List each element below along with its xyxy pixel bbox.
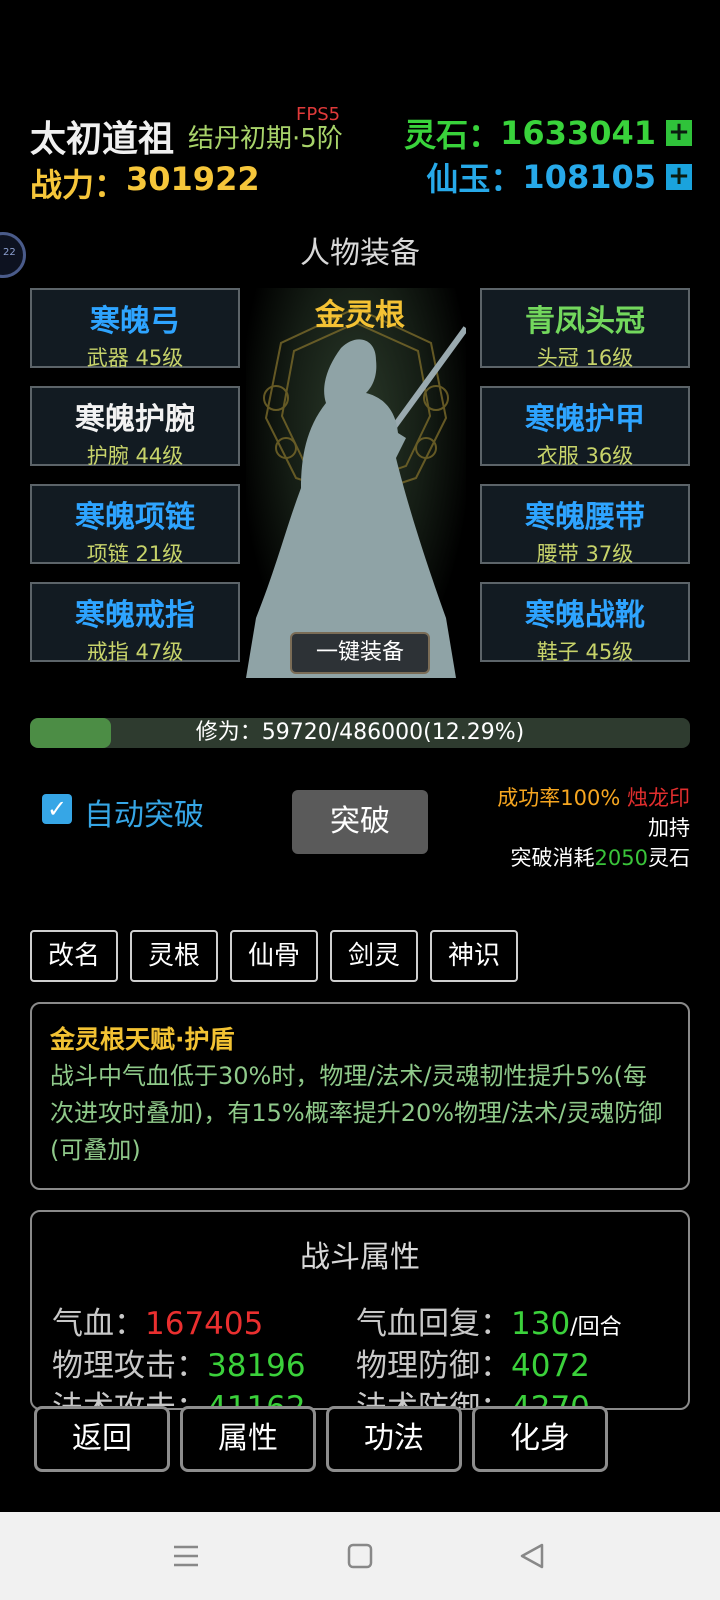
avatar-button[interactable]: 化身 — [472, 1406, 608, 1472]
one-key-equip-button[interactable]: 一键装备 — [290, 632, 430, 674]
equip-slot-necklace[interactable]: 寒魄项链 项链 21级 — [30, 484, 240, 566]
equip-slot-boots[interactable]: 寒魄战靴 鞋子 45级 — [480, 582, 690, 664]
equip-slot-weapon[interactable]: 寒魄弓 武器 45级 — [30, 288, 240, 370]
success-rate: 成功率100% — [497, 786, 621, 810]
auto-breakthrough-label[interactable]: 自动突破 — [84, 790, 204, 834]
slot-item-level: 戒指 47级 — [86, 640, 184, 664]
equip-slot-bracer[interactable]: 寒魄护腕 护腕 44级 — [30, 386, 240, 468]
talent-title: 金灵根天赋·护盾 — [50, 1025, 235, 1054]
stat-phys-attack: 物理攻击：38196 — [52, 1348, 306, 1384]
stat-phys-defense: 物理防御：4072 — [356, 1348, 590, 1384]
breakthrough-cost: 突破消耗2050灵石 — [510, 846, 690, 870]
jade-row: 仙玉： 108105 + — [426, 154, 692, 200]
menu-icon[interactable] — [172, 1542, 200, 1570]
spirit-stone-value: 1633041 — [500, 114, 656, 152]
cultivation-progress-text: 修为：59720/486000(12.29%) — [195, 720, 525, 745]
divine-sense-tab[interactable]: 神识 — [430, 930, 518, 982]
talent-panel: 金灵根天赋·护盾 战斗中气血低于30%时，物理/法术/灵魂韧性提升5%(每次进攻… — [30, 1002, 690, 1190]
rename-tab[interactable]: 改名 — [30, 930, 118, 982]
spirit-stone-row: 灵石： 1633041 + — [404, 110, 692, 156]
slot-item-level: 头冠 16级 — [536, 346, 634, 370]
character-portrait — [246, 288, 466, 678]
skills-button[interactable]: 功法 — [326, 1406, 462, 1472]
equip-slot-helmet[interactable]: 青凤头冠 头冠 16级 — [480, 288, 690, 370]
slot-item-level: 鞋子 45级 — [536, 640, 634, 664]
immortal-bone-tab[interactable]: 仙骨 — [230, 930, 318, 982]
combat-stats-title: 战斗属性 — [300, 1240, 420, 1275]
jade-label: 仙玉： — [426, 160, 523, 198]
add-jade-icon[interactable]: + — [666, 163, 692, 190]
equipment-title: 人物装备 — [300, 236, 420, 271]
jade-value: 108105 — [522, 158, 656, 196]
success-rate-line: 成功率100% 烛龙印 — [497, 782, 690, 812]
stat-hp-regen: 气血回复：130/回合 — [356, 1306, 622, 1342]
slot-item-name: 寒魄戒指 — [75, 598, 195, 633]
talent-description: 战斗中气血低于30%时，物理/法术/灵魂韧性提升5%(每次进攻时叠加)，有15%… — [50, 1062, 663, 1164]
seal-name: 烛龙印 — [627, 786, 690, 810]
combat-stats-panel: 战斗属性 气血：167405 气血回复：130/回合 物理攻击：38196 物理… — [30, 1210, 690, 1410]
player-name: 太初道祖 — [30, 119, 175, 160]
character-silhouette-icon — [246, 306, 466, 678]
attributes-button[interactable]: 属性 — [180, 1406, 316, 1472]
equip-slot-ring[interactable]: 寒魄戒指 戒指 47级 — [30, 582, 240, 664]
slot-item-name: 寒魄腰带 — [525, 500, 645, 535]
power-label: 战力： — [30, 166, 127, 204]
slot-item-level: 腰带 37级 — [536, 542, 634, 566]
cost-value: 2050 — [594, 846, 648, 870]
spirit-stone-label: 灵石： — [404, 116, 501, 154]
fps-counter: FPS5 — [296, 104, 341, 125]
function-tabs: 改名 灵根 仙骨 剑灵 神识 — [30, 930, 518, 982]
add-stone-icon[interactable]: + — [666, 119, 692, 146]
back-button[interactable]: 返回 — [34, 1406, 170, 1472]
sword-spirit-tab[interactable]: 剑灵 — [330, 930, 418, 982]
auto-breakthrough-checkbox[interactable]: ✓ — [42, 794, 72, 824]
spirit-root-tab[interactable]: 灵根 — [130, 930, 218, 982]
breakthrough-button[interactable]: 突破 — [292, 790, 428, 854]
slot-item-name: 青凤头冠 — [525, 304, 645, 339]
home-icon[interactable] — [346, 1542, 374, 1570]
stat-hp: 气血：167405 — [52, 1306, 264, 1342]
slot-item-level: 衣服 36级 — [536, 444, 634, 468]
slot-item-level: 项链 21级 — [86, 542, 184, 566]
bottom-action-bar: 返回 属性 功法 化身 — [34, 1406, 608, 1472]
equip-slot-belt[interactable]: 寒魄腰带 腰带 37级 — [480, 484, 690, 566]
bless-text: 加持 — [648, 816, 690, 840]
back-icon[interactable] — [518, 1542, 546, 1570]
equip-slot-armor[interactable]: 寒魄护甲 衣服 36级 — [480, 386, 690, 468]
slot-item-level: 武器 45级 — [86, 346, 184, 370]
slot-item-name: 寒魄护甲 — [525, 402, 645, 437]
slot-item-level: 护腕 44级 — [86, 444, 184, 468]
system-navigation-bar — [0, 1512, 720, 1600]
slot-item-name: 寒魄护腕 — [75, 402, 195, 437]
slot-item-name: 寒魄项链 — [75, 500, 195, 535]
slot-item-name: 寒魄弓 — [90, 304, 180, 339]
slot-item-name: 寒魄战靴 — [525, 598, 645, 633]
power-value: 301922 — [126, 160, 260, 198]
